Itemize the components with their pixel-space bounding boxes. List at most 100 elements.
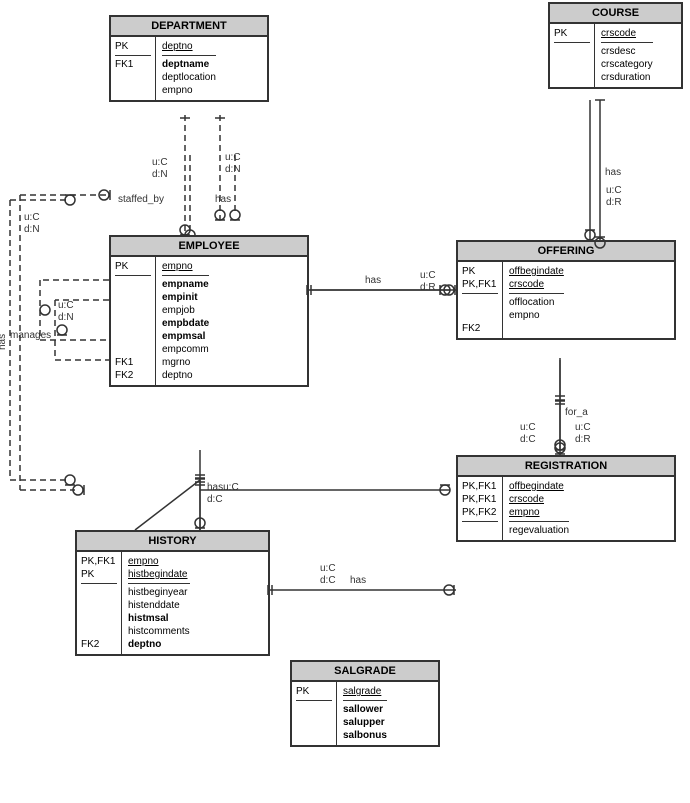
svg-text:u:C: u:C <box>520 422 536 433</box>
course-pk-label: PK <box>554 27 590 40</box>
svg-text:u:C: u:C <box>420 270 436 281</box>
emp-fk1-label: FK1 <box>115 356 151 369</box>
course-crscode: crscode <box>601 27 653 40</box>
dept-deptlocation: deptlocation <box>162 71 216 84</box>
salgrade-entity: SALGRADE PK salgrade sallower salupper s… <box>290 660 440 747</box>
emp-mgrno: mgrno <box>162 356 209 369</box>
sal-empty3 <box>296 729 332 742</box>
diagram-container: DEPARTMENT PK FK1 deptno deptname deptlo… <box>0 0 690 803</box>
svg-text:hasu:C: hasu:C <box>207 482 239 493</box>
svg-text:d:C: d:C <box>320 575 336 586</box>
svg-text:d:N: d:N <box>152 169 168 180</box>
svg-text:d:N: d:N <box>24 224 40 235</box>
hist-empty3 <box>81 612 117 625</box>
reg-pkfk2: PK,FK2 <box>462 506 498 519</box>
emp-empty1 <box>115 278 151 291</box>
emp-fk2-label: FK2 <box>115 369 151 382</box>
reg-pkfk1-1: PK,FK1 <box>462 480 498 493</box>
reg-regevaluation: regevaluation <box>509 524 569 537</box>
emp-empinit: empinit <box>162 291 209 304</box>
hist-empty1 <box>81 586 117 599</box>
off-pk-label: PK <box>462 265 498 278</box>
course-entity: COURSE PK crscode crsdesc crscategory cr… <box>548 2 683 89</box>
off-offlocation: offlocation <box>509 296 564 309</box>
off-empty <box>462 296 498 309</box>
registration-entity: REGISTRATION PK,FK1 PK,FK1 PK,FK2 offbeg… <box>456 455 676 542</box>
course-crsduration: crsduration <box>601 71 653 84</box>
sal-empty1 <box>296 703 332 716</box>
svg-text:d:N: d:N <box>225 164 241 175</box>
sal-salupper: salupper <box>343 716 387 729</box>
emp-empname: empname <box>162 278 209 291</box>
off-offbegindate: offbegindate <box>509 265 564 278</box>
emp-deptno: deptno <box>162 369 209 382</box>
off-fk2-label: FK2 <box>462 322 498 335</box>
dept-deptname: deptname <box>162 58 216 71</box>
reg-empty <box>462 524 498 537</box>
hist-empno: empno <box>128 555 190 568</box>
reg-offbegindate: offbegindate <box>509 480 569 493</box>
reg-pkfk1-2: PK,FK1 <box>462 493 498 506</box>
hist-histmsal: histmsal <box>128 612 190 625</box>
offering-entity: OFFERING PK PK,FK1 FK2 offbegindate crsc… <box>456 240 676 340</box>
salgrade-title: SALGRADE <box>292 662 438 682</box>
svg-text:d:C: d:C <box>207 494 223 505</box>
svg-text:staffed_by: staffed_by <box>118 194 164 205</box>
history-entity: HISTORY PK,FK1 PK FK2 empno histbegindat… <box>75 530 270 656</box>
svg-text:d:R: d:R <box>575 434 591 445</box>
emp-pk-label: PK <box>115 260 151 273</box>
department-entity: DEPARTMENT PK FK1 deptno deptname deptlo… <box>109 15 269 102</box>
emp-empty5 <box>115 330 151 343</box>
reg-crscode: crscode <box>509 493 569 506</box>
svg-text:d:R: d:R <box>606 197 622 208</box>
sal-empty2 <box>296 716 332 729</box>
sal-sallower: sallower <box>343 703 387 716</box>
emp-empno: empno <box>162 260 209 273</box>
hist-pkfk1-label: PK,FK1 <box>81 555 117 568</box>
svg-text:u:C: u:C <box>575 422 591 433</box>
dept-fk1-label: FK1 <box>115 58 151 71</box>
sal-salbonus: salbonus <box>343 729 387 742</box>
emp-empty6 <box>115 343 151 356</box>
off-crscode: crscode <box>509 278 564 291</box>
hist-deptno: deptno <box>128 638 190 651</box>
svg-text:u:C: u:C <box>320 563 336 574</box>
course-crsdesc: crsdesc <box>601 45 653 58</box>
dept-pk-label: PK <box>115 40 151 53</box>
svg-text:has: has <box>365 275 381 286</box>
emp-empty4 <box>115 317 151 330</box>
svg-text:u:C: u:C <box>24 212 40 223</box>
employee-title: EMPLOYEE <box>111 237 307 257</box>
history-title: HISTORY <box>77 532 268 552</box>
svg-text:has: has <box>0 334 8 350</box>
svg-text:u:C: u:C <box>152 157 168 168</box>
svg-text:d:R: d:R <box>420 282 436 293</box>
svg-text:manages: manages <box>10 330 51 341</box>
course-empty-fk <box>554 45 590 58</box>
svg-text:has: has <box>350 575 366 586</box>
svg-text:u:C: u:C <box>606 185 622 196</box>
dept-empno: empno <box>162 84 216 97</box>
hist-pk-label: PK <box>81 568 117 581</box>
off-empno: empno <box>509 309 564 322</box>
svg-text:has: has <box>215 194 231 205</box>
sal-pk-label: PK <box>296 685 332 698</box>
emp-empty3 <box>115 304 151 317</box>
department-title: DEPARTMENT <box>111 17 267 37</box>
hist-histbeginyear: histbeginyear <box>128 586 190 599</box>
off-empty2 <box>462 309 498 322</box>
course-title: COURSE <box>550 4 681 24</box>
offering-title: OFFERING <box>458 242 674 262</box>
emp-empty2 <box>115 291 151 304</box>
hist-fk2-label: FK2 <box>81 638 117 651</box>
emp-empmsal: empmsal <box>162 330 209 343</box>
employee-entity: EMPLOYEE PK FK1 FK2 empno empname empini… <box>109 235 309 387</box>
hist-histenddate: histenddate <box>128 599 190 612</box>
sal-salgrade: salgrade <box>343 685 387 698</box>
hist-histbegindate: histbegindate <box>128 568 190 581</box>
svg-text:u:C: u:C <box>58 300 74 311</box>
emp-empjob: empjob <box>162 304 209 317</box>
emp-empcomm: empcomm <box>162 343 209 356</box>
svg-text:d:C: d:C <box>520 434 536 445</box>
svg-text:has: has <box>605 167 621 178</box>
